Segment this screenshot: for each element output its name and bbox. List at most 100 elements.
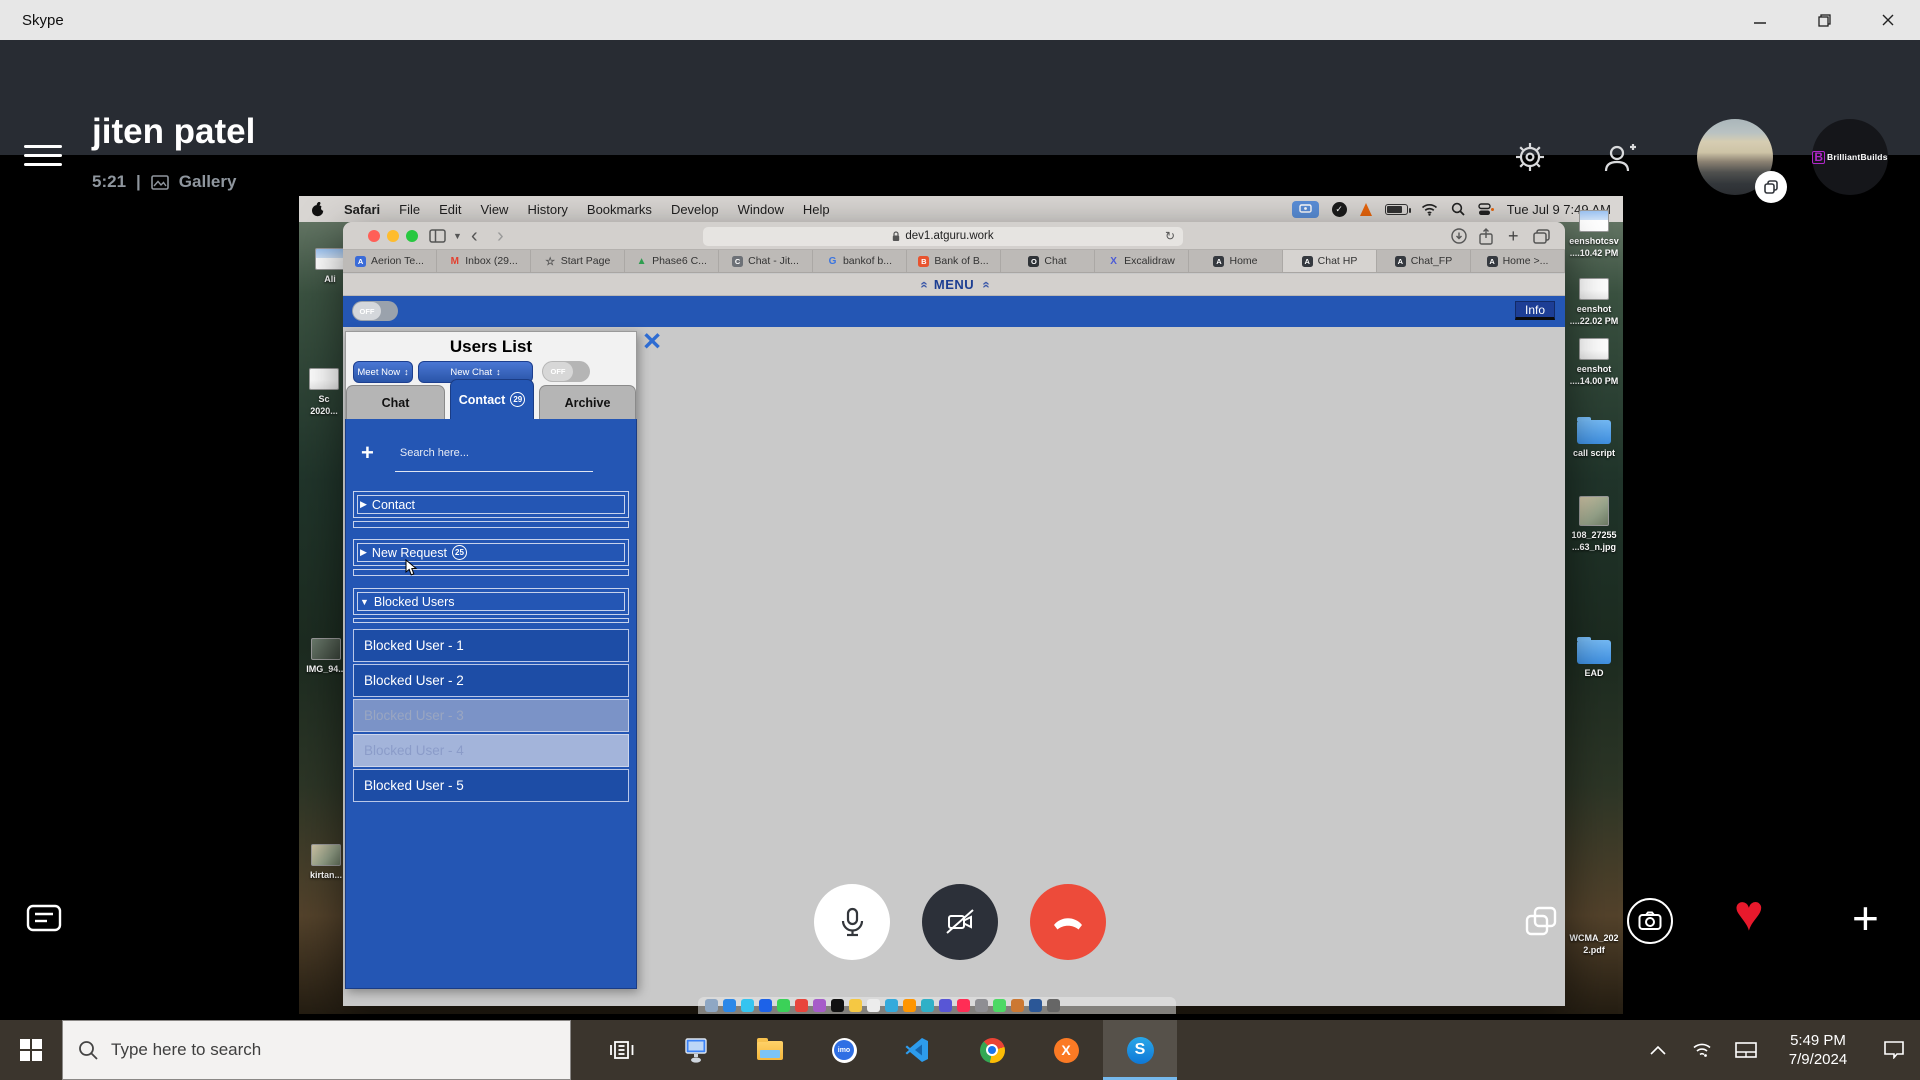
- menu-toggle-strip[interactable]: » MENU »: [343, 274, 1565, 296]
- add-contact-icon[interactable]: +: [361, 443, 374, 463]
- info-button[interactable]: Info: [1515, 301, 1555, 320]
- refresh-icon[interactable]: ↻: [1165, 229, 1175, 243]
- safari-tab[interactable]: OChat: [1001, 250, 1095, 272]
- dock-icon[interactable]: [975, 999, 988, 1012]
- dock-icon[interactable]: [957, 999, 970, 1012]
- dock-icon[interactable]: [993, 999, 1006, 1012]
- start-button[interactable]: [0, 1020, 62, 1080]
- dock-icon[interactable]: [813, 999, 826, 1012]
- sidebar-icon[interactable]: [429, 222, 446, 250]
- zoom-traffic-light[interactable]: [406, 230, 418, 242]
- section-blocked-users[interactable]: ▼ Blocked Users: [353, 588, 629, 615]
- dock-icon[interactable]: [867, 999, 880, 1012]
- microphone-button[interactable]: [814, 884, 890, 960]
- remote-desktop-button[interactable]: [659, 1020, 733, 1080]
- safari-tab[interactable]: ☆Start Page: [531, 250, 625, 272]
- add-person-icon[interactable]: [1602, 141, 1638, 175]
- dock-icon[interactable]: [759, 999, 772, 1012]
- dock-icon[interactable]: [831, 999, 844, 1012]
- snapshot-button[interactable]: [1627, 898, 1673, 944]
- new-tab-icon[interactable]: +: [1508, 222, 1519, 250]
- taskbar-clock[interactable]: 5:49 PM 7/9/2024: [1768, 1031, 1868, 1069]
- spotlight-icon[interactable]: [1451, 202, 1465, 216]
- chevron-down-icon[interactable]: ▼: [453, 222, 462, 250]
- desktop-icon[interactable]: EAD: [1565, 640, 1623, 679]
- dock-icon[interactable]: [903, 999, 916, 1012]
- screen-share-icon[interactable]: [1524, 905, 1558, 943]
- dock-icon[interactable]: [795, 999, 808, 1012]
- chat-panel-icon[interactable]: [26, 903, 62, 942]
- section-new-request[interactable]: ▶ New Request 25: [353, 539, 629, 566]
- wifi-icon[interactable]: [1421, 203, 1438, 216]
- tray-touchpad-icon[interactable]: [1724, 1020, 1768, 1080]
- share-icon[interactable]: [1479, 222, 1493, 250]
- desktop-icon[interactable]: eenshot ....22.02 PM: [1565, 278, 1623, 327]
- dock-icon[interactable]: [777, 999, 790, 1012]
- address-bar[interactable]: dev1.atguru.work ↻: [703, 227, 1183, 246]
- safari-tab[interactable]: BBank of B...: [907, 250, 1001, 272]
- safari-tab[interactable]: AAerion Te...: [343, 250, 437, 272]
- desktop-icon[interactable]: call script: [1565, 420, 1623, 459]
- self-avatar[interactable]: [1697, 119, 1773, 195]
- blocked-user-row[interactable]: Blocked User - 1: [353, 629, 629, 662]
- dock-icon[interactable]: [1029, 999, 1042, 1012]
- task-view-button[interactable]: [585, 1020, 659, 1080]
- menu-icon[interactable]: [24, 143, 62, 169]
- vlc-icon[interactable]: [1360, 203, 1372, 216]
- menubar-item[interactable]: Bookmarks: [587, 202, 652, 217]
- chrome-button[interactable]: [955, 1020, 1029, 1080]
- forward-icon[interactable]: ›: [497, 222, 504, 250]
- menu-label[interactable]: MENU: [934, 277, 974, 292]
- skype-taskbar-button[interactable]: S: [1103, 1020, 1177, 1080]
- desktop-icon[interactable]: eenshotcsv ....10.42 PM: [1565, 210, 1623, 259]
- tray-wifi-icon[interactable]: [1680, 1020, 1724, 1080]
- blocked-user-row[interactable]: Blocked User - 2: [353, 664, 629, 697]
- desktop-icon[interactable]: WCMA_202 2.pdf: [1565, 932, 1623, 956]
- menubar-item[interactable]: Window: [738, 202, 784, 217]
- gear-icon[interactable]: [1512, 139, 1548, 175]
- taskbar-search[interactable]: Type here to search: [62, 1020, 571, 1080]
- menubar-item[interactable]: File: [399, 202, 420, 217]
- menubar-item[interactable]: View: [481, 202, 509, 217]
- menubar-item[interactable]: History: [527, 202, 567, 217]
- dock-icon[interactable]: [1011, 999, 1024, 1012]
- desktop-icon[interactable]: eenshot ....14.00 PM: [1565, 338, 1623, 387]
- blocked-user-row[interactable]: Blocked User - 3: [353, 699, 629, 732]
- search-input[interactable]: Search here...: [400, 447, 469, 459]
- end-call-button[interactable]: [1030, 884, 1106, 960]
- download-icon[interactable]: [1451, 222, 1467, 250]
- close-traffic-light[interactable]: [368, 230, 380, 242]
- blocked-user-row[interactable]: Blocked User - 5: [353, 769, 629, 802]
- menubar-item[interactable]: Develop: [671, 202, 719, 217]
- imo-button[interactable]: imo: [807, 1020, 881, 1080]
- safari-tab[interactable]: CChat - Jit...: [719, 250, 813, 272]
- section-contact[interactable]: ▶ Contact: [353, 491, 629, 518]
- heart-reaction-button[interactable]: ♥: [1734, 890, 1764, 936]
- safari-tab[interactable]: ▲Phase6 C...: [625, 250, 719, 272]
- dock-icon[interactable]: [921, 999, 934, 1012]
- close-button[interactable]: [1856, 0, 1920, 40]
- safari-tab[interactable]: XExcalidraw: [1095, 250, 1189, 272]
- safari-tab[interactable]: AChat_FP: [1377, 250, 1471, 272]
- page-toggle[interactable]: OFF: [352, 301, 398, 321]
- xampp-button[interactable]: X: [1029, 1020, 1103, 1080]
- safari-tab[interactable]: AHome >...: [1471, 250, 1565, 272]
- safari-tab[interactable]: MInbox (29...: [437, 250, 531, 272]
- menubar-item[interactable]: Safari: [344, 202, 380, 217]
- apple-icon[interactable]: [311, 202, 325, 217]
- desktop-icon[interactable]: 108_27255 ...63_n.jpg: [1565, 496, 1623, 553]
- file-explorer-button[interactable]: [733, 1020, 807, 1080]
- dock-icon[interactable]: [741, 999, 754, 1012]
- vscode-button[interactable]: [881, 1020, 955, 1080]
- tab-chat[interactable]: Chat: [346, 385, 445, 419]
- menubar-item[interactable]: Help: [803, 202, 830, 217]
- tab-archive[interactable]: Archive: [539, 385, 636, 419]
- screen-sharing-status-icon[interactable]: [1292, 201, 1319, 218]
- minimize-traffic-light[interactable]: [387, 230, 399, 242]
- dock-icon[interactable]: [849, 999, 862, 1012]
- tab-overview-icon[interactable]: [1533, 222, 1550, 250]
- dock[interactable]: [698, 997, 1176, 1014]
- minimize-button[interactable]: [1728, 0, 1792, 40]
- tab-contact[interactable]: Contact 29: [450, 379, 534, 419]
- restore-button[interactable]: [1792, 0, 1856, 40]
